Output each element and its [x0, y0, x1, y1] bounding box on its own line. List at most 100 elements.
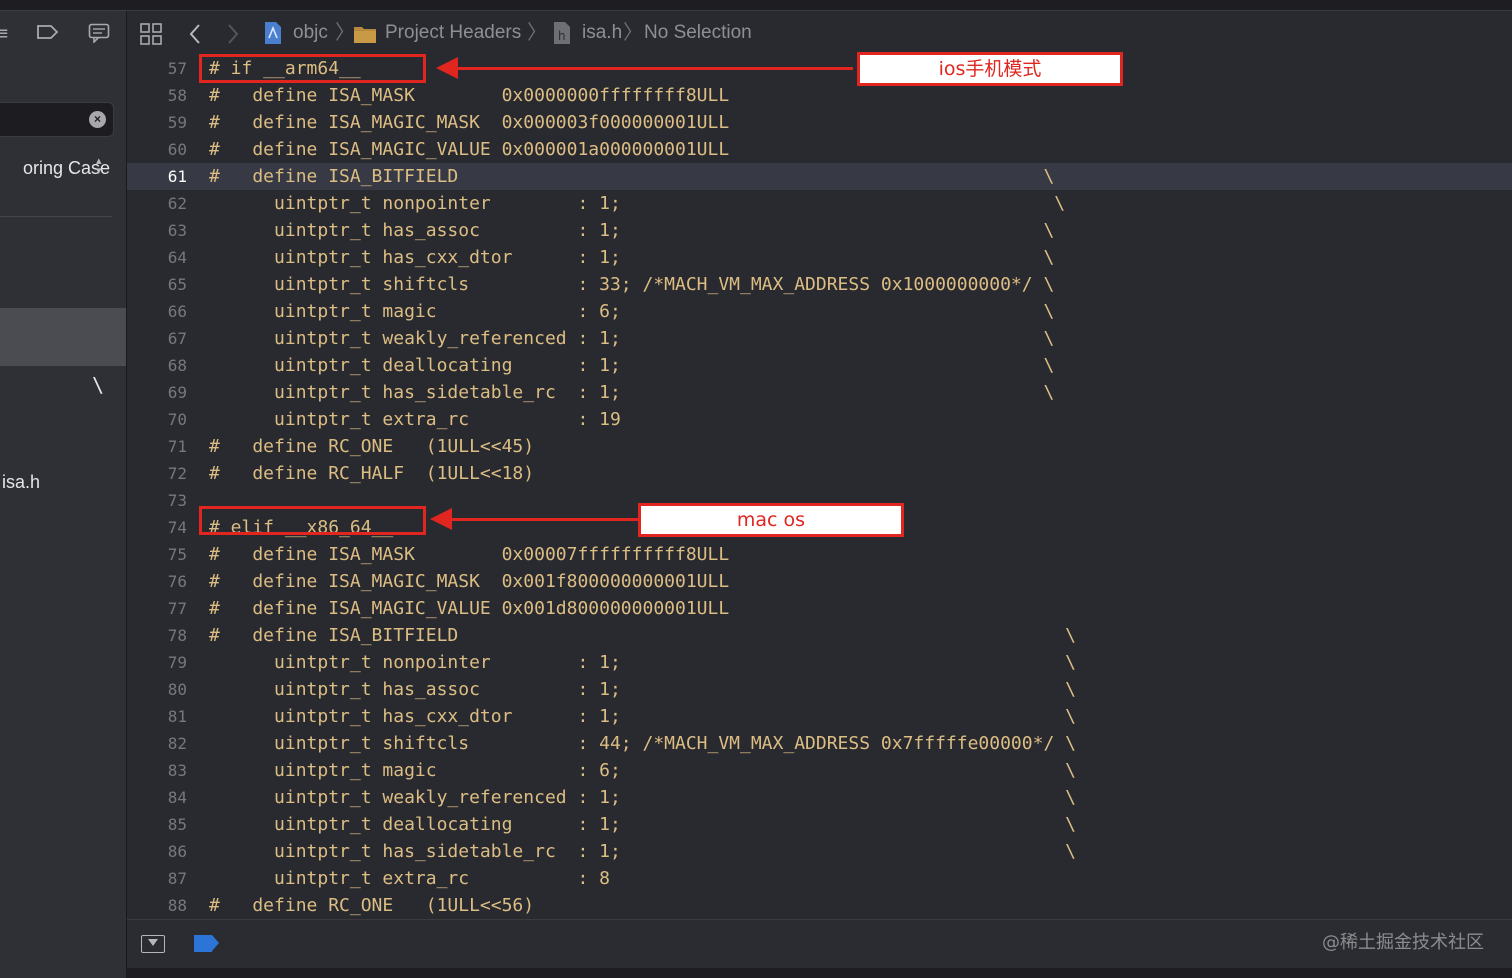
code-text[interactable]: # define ISA_MASK 0x0000000ffffffff8ULL	[209, 82, 729, 109]
line-number[interactable]: 74	[127, 514, 187, 541]
jumpbar-file[interactable]: isa.h	[582, 21, 622, 45]
forward-chevron-icon[interactable]	[225, 22, 241, 51]
code-text[interactable]: uintptr_t has_assoc : 1; \	[209, 217, 1054, 244]
code-line[interactable]: 82 uintptr_t shiftcls : 44; /*MACH_VM_MA…	[127, 730, 1512, 757]
line-number[interactable]: 71	[127, 433, 187, 460]
code-line[interactable]: 59 # define ISA_MAGIC_MASK 0x000003f00000…	[127, 109, 1512, 136]
code-line[interactable]: 75 # define ISA_MASK 0x00007ffffffffff8UL…	[127, 541, 1512, 568]
code-text[interactable]: # define RC_ONE (1ULL<<45)	[209, 433, 534, 460]
line-number[interactable]: 64	[127, 244, 187, 271]
line-number[interactable]: 59	[127, 109, 187, 136]
code-line[interactable]: 85 uintptr_t deallocating : 1; \	[127, 811, 1512, 838]
line-number[interactable]: 63	[127, 217, 187, 244]
result-file-name[interactable]: isa.h	[2, 472, 40, 493]
code-text[interactable]: uintptr_t extra_rc : 8	[209, 865, 610, 892]
line-number[interactable]: 84	[127, 784, 187, 811]
code-text[interactable]: uintptr_t has_assoc : 1; \	[209, 676, 1076, 703]
code-text[interactable]: uintptr_t has_cxx_dtor : 1; \	[209, 244, 1054, 271]
line-number[interactable]: 61	[127, 163, 187, 190]
code-line[interactable]: 70 uintptr_t extra_rc : 19	[127, 406, 1512, 433]
clear-search-icon[interactable]: ×	[89, 111, 106, 128]
code-line[interactable]: 71 # define RC_ONE (1ULL<<45)	[127, 433, 1512, 460]
code-text[interactable]: uintptr_t has_cxx_dtor : 1; \	[209, 703, 1076, 730]
line-number[interactable]: 85	[127, 811, 187, 838]
code-line[interactable]: 77 # define ISA_MAGIC_VALUE 0x001d8000000…	[127, 595, 1512, 622]
jumpbar-symbol[interactable]: No Selection	[644, 21, 752, 45]
code-line[interactable]: 88 # define RC_ONE (1ULL<<56)	[127, 892, 1512, 919]
line-number[interactable]: 81	[127, 703, 187, 730]
line-number[interactable]: 73	[127, 487, 187, 514]
code-text[interactable]: uintptr_t weakly_referenced : 1; \	[209, 784, 1076, 811]
code-line[interactable]: 87 uintptr_t extra_rc : 8	[127, 865, 1512, 892]
related-items-grid-icon[interactable]	[139, 22, 163, 51]
code-text[interactable]: # define ISA_BITFIELD \	[209, 163, 1054, 190]
jumpbar-group[interactable]: Project Headers	[385, 21, 521, 45]
line-number[interactable]: 79	[127, 649, 187, 676]
code-line[interactable]: 76 # define ISA_MAGIC_MASK 0x001f80000000…	[127, 568, 1512, 595]
line-number[interactable]: 82	[127, 730, 187, 757]
code-line[interactable]: 86 uintptr_t has_sidetable_rc : 1; \	[127, 838, 1512, 865]
code-line[interactable]: 72 # define RC_HALF (1ULL<<18)	[127, 460, 1512, 487]
code-line[interactable]: 66 uintptr_t magic : 6; \	[127, 298, 1512, 325]
line-number[interactable]: 66	[127, 298, 187, 325]
line-number[interactable]: 88	[127, 892, 187, 919]
line-number[interactable]: 78	[127, 622, 187, 649]
code-text[interactable]: # define ISA_BITFIELD \	[209, 622, 1076, 649]
code-line[interactable]: 64 uintptr_t has_cxx_dtor : 1; \	[127, 244, 1512, 271]
code-text[interactable]: # define ISA_MAGIC_VALUE 0x000001a000000…	[209, 136, 729, 163]
code-text[interactable]: uintptr_t magic : 6; \	[209, 298, 1054, 325]
code-text[interactable]: uintptr_t deallocating : 1; \	[209, 811, 1076, 838]
code-text[interactable]: uintptr_t extra_rc : 19	[209, 406, 621, 433]
back-chevron-icon[interactable]	[187, 22, 203, 51]
line-number[interactable]: 77	[127, 595, 187, 622]
find-search-field[interactable]: ×	[0, 102, 114, 137]
code-text[interactable]: # define ISA_MAGIC_MASK 0x001f8000000000…	[209, 568, 729, 595]
code-line[interactable]: 69 uintptr_t has_sidetable_rc : 1; \	[127, 379, 1512, 406]
line-number[interactable]: 87	[127, 865, 187, 892]
code-line[interactable]: 78 # define ISA_BITFIELD \	[127, 622, 1512, 649]
line-number[interactable]: 60	[127, 136, 187, 163]
line-number[interactable]: 72	[127, 460, 187, 487]
chevron-updown-icon[interactable]: ▴ ▾	[96, 156, 102, 177]
code-text[interactable]: # define ISA_MAGIC_VALUE 0x001d800000000…	[209, 595, 729, 622]
code-line[interactable]: 58 # define ISA_MASK 0x0000000ffffffff8UL…	[127, 82, 1512, 109]
code-line[interactable]: 79 uintptr_t nonpointer : 1; \	[127, 649, 1512, 676]
line-number[interactable]: 68	[127, 352, 187, 379]
code-line[interactable]: 83 uintptr_t magic : 6; \	[127, 757, 1512, 784]
code-line[interactable]: 60 # define ISA_MAGIC_VALUE 0x000001a0000…	[127, 136, 1512, 163]
code-text[interactable]: # define ISA_MASK 0x00007ffffffffff8ULL	[209, 541, 729, 568]
code-text[interactable]: uintptr_t shiftcls : 44; /*MACH_VM_MAX_A…	[209, 730, 1076, 757]
code-line[interactable]: 80 uintptr_t has_assoc : 1; \	[127, 676, 1512, 703]
filter-dropdown-icon[interactable]	[141, 935, 165, 953]
code-line[interactable]: 63 uintptr_t has_assoc : 1; \	[127, 217, 1512, 244]
line-number[interactable]: 69	[127, 379, 187, 406]
line-number[interactable]: 70	[127, 406, 187, 433]
breakpoint-tag-icon[interactable]	[194, 935, 219, 952]
code-line[interactable]: 67 uintptr_t weakly_referenced : 1; \	[127, 325, 1512, 352]
code-line[interactable]: 65 uintptr_t shiftcls : 33; /*MACH_VM_MA…	[127, 271, 1512, 298]
line-number[interactable]: 86	[127, 838, 187, 865]
code-text[interactable]: uintptr_t nonpointer : 1; \	[209, 649, 1076, 676]
line-number[interactable]: 67	[127, 325, 187, 352]
source-editor[interactable]: 57 # if __arm64__ 58 # define ISA_MASK 0x00…	[127, 55, 1512, 919]
jumpbar-project[interactable]: objc	[293, 21, 328, 45]
code-line[interactable]: 62 uintptr_t nonpointer : 1; \	[127, 190, 1512, 217]
line-number[interactable]: 83	[127, 757, 187, 784]
selected-result-row[interactable]	[0, 308, 126, 366]
line-number[interactable]: 76	[127, 568, 187, 595]
line-number[interactable]: 75	[127, 541, 187, 568]
code-line[interactable]: 84 uintptr_t weakly_referenced : 1; \	[127, 784, 1512, 811]
code-text[interactable]: uintptr_t deallocating : 1; \	[209, 352, 1054, 379]
code-text[interactable]: uintptr_t nonpointer : 1; \	[209, 190, 1065, 217]
code-text[interactable]: uintptr_t shiftcls : 33; /*MACH_VM_MAX_A…	[209, 271, 1054, 298]
comment-icon[interactable]	[88, 23, 110, 49]
code-text[interactable]: uintptr_t weakly_referenced : 1; \	[209, 325, 1054, 352]
code-line[interactable]: 68 uintptr_t deallocating : 1; \	[127, 352, 1512, 379]
code-text[interactable]: uintptr_t has_sidetable_rc : 1; \	[209, 838, 1076, 865]
tag-outline-icon[interactable]	[36, 23, 60, 47]
line-number[interactable]: 58	[127, 82, 187, 109]
code-text[interactable]: uintptr_t magic : 6; \	[209, 757, 1076, 784]
code-text[interactable]: # define ISA_MAGIC_MASK 0x000003f0000000…	[209, 109, 729, 136]
line-number[interactable]: 57	[127, 55, 187, 82]
code-line[interactable]: 81 uintptr_t has_cxx_dtor : 1; \	[127, 703, 1512, 730]
